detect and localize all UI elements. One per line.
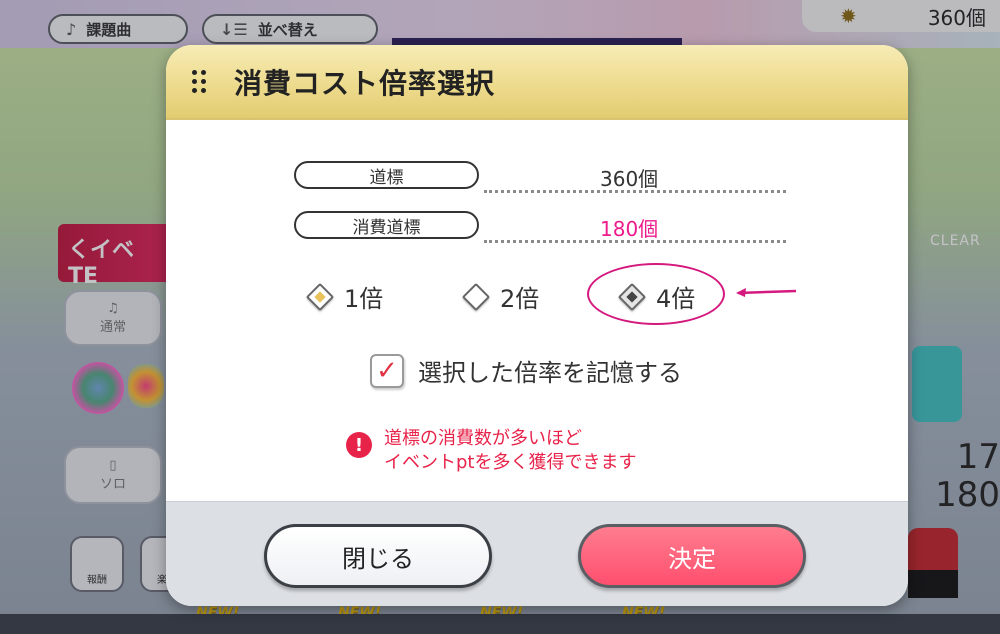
dotted-leader	[484, 240, 786, 243]
cost-multiplier-dialog: 消費コスト倍率選択 道標 360個 消費道標 180個 1倍 2倍 4倍 ✓ 選…	[166, 45, 908, 606]
multiplier-label: 2倍	[500, 285, 540, 313]
notice: ! 道標の消費数が多いほど イベントptを多く獲得できます	[346, 427, 636, 475]
exclamation-icon: !	[346, 432, 372, 458]
remember-label: 選択した倍率を記憶する	[418, 359, 682, 387]
highlight-ring	[587, 263, 725, 325]
pointer-arrow-icon	[736, 288, 797, 297]
notice-line-2: イベントptを多く獲得できます	[384, 452, 637, 473]
dialog-header: 消費コスト倍率選択	[166, 45, 908, 120]
consumed-guidepost-label: 消費道標	[294, 211, 479, 239]
diamond-radio-icon	[461, 282, 491, 311]
close-button[interactable]: 閉じる	[264, 524, 492, 588]
confirm-button[interactable]: 決定	[578, 524, 806, 588]
multiplier-option-2x[interactable]: 2倍	[461, 279, 540, 314]
multiplier-option-1x[interactable]: 1倍	[305, 279, 384, 314]
dialog-title: 消費コスト倍率選択	[234, 66, 496, 100]
diamond-radio-icon	[305, 282, 335, 311]
grip-icon	[192, 70, 206, 93]
notice-text: 道標の消費数が多いほど イベントptを多く獲得できます	[384, 427, 636, 475]
multiplier-label: 1倍	[344, 285, 384, 313]
consumed-guidepost-value: 180個	[600, 217, 659, 241]
guidepost-label: 道標	[294, 161, 479, 189]
checkbox-checked-icon[interactable]: ✓	[370, 353, 404, 388]
guidepost-value: 360個	[600, 167, 659, 191]
notice-line-1: 道標の消費数が多いほど	[384, 428, 582, 449]
remember-multiplier-option[interactable]: ✓ 選択した倍率を記憶する	[370, 353, 682, 388]
dotted-leader	[484, 190, 786, 193]
guidepost-row: 道標 360個	[294, 161, 786, 193]
consumed-guidepost-row: 消費道標 180個	[294, 211, 786, 243]
dialog-footer: 閉じる 決定	[166, 501, 908, 606]
